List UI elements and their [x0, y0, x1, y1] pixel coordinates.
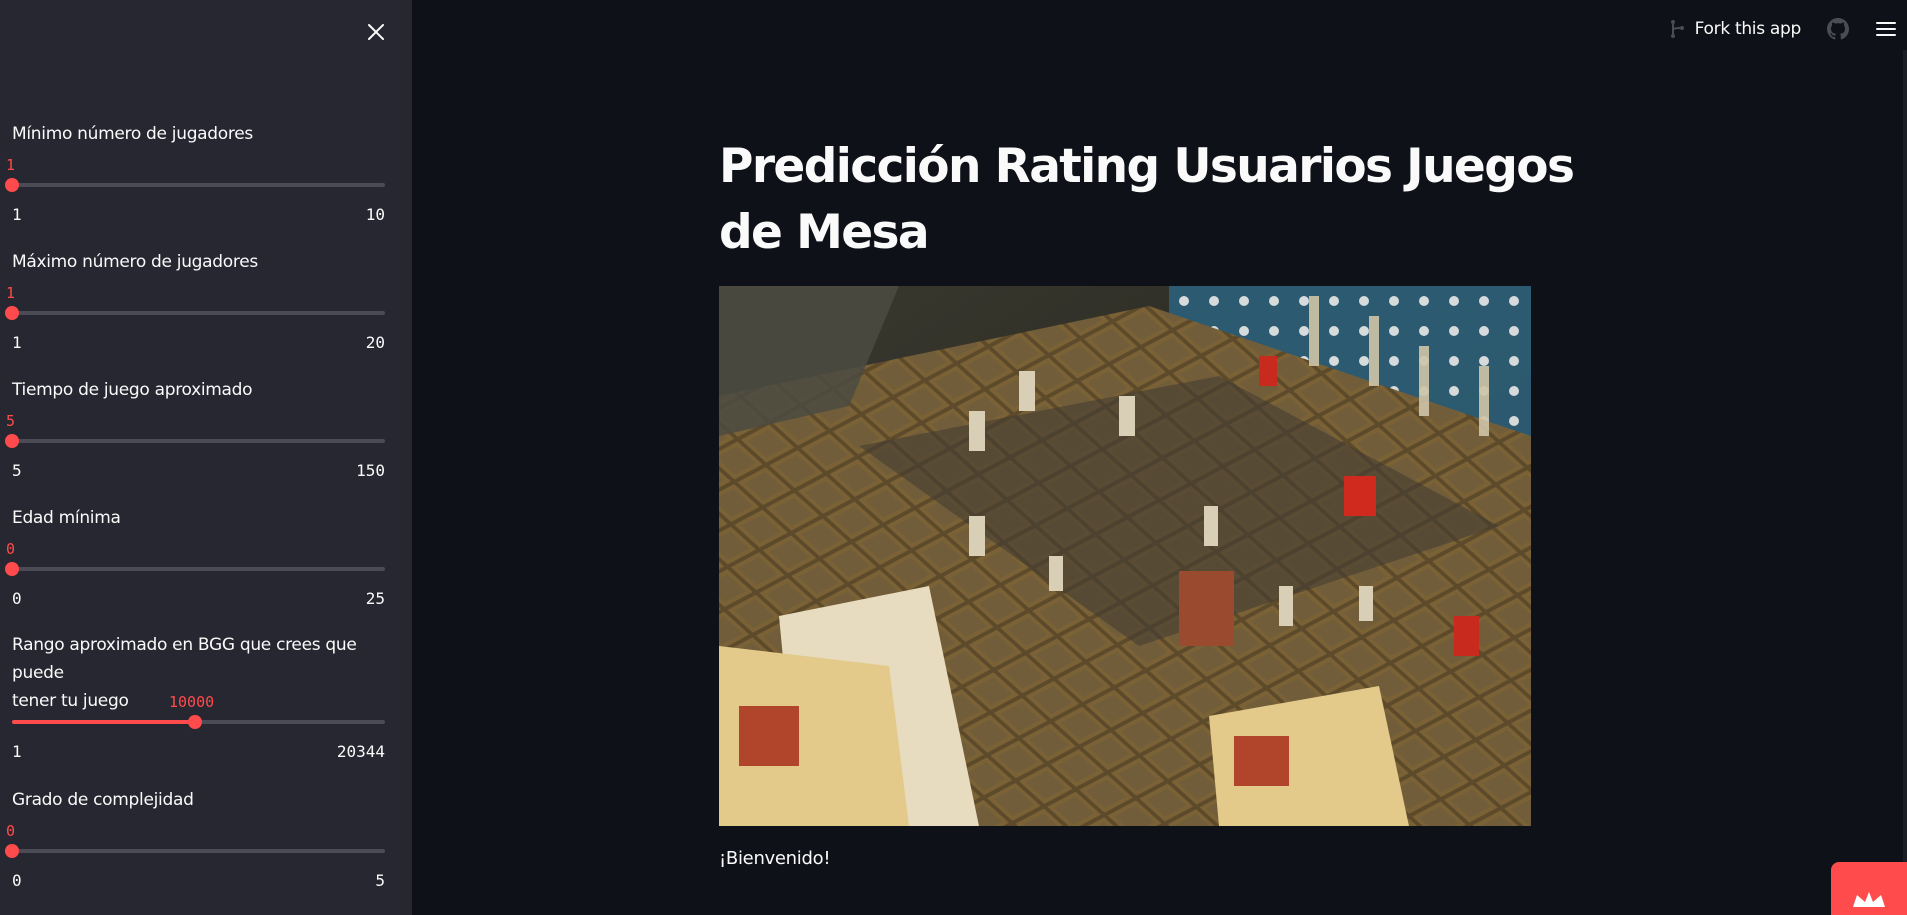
streamlit-badge[interactable]: [1831, 862, 1907, 915]
slider-min-players: Mínimo número de jugadores 1 1 10: [5, 120, 385, 230]
fork-app-label: Fork this app: [1694, 19, 1802, 39]
crown-icon: [1853, 892, 1885, 907]
slider-max-label: 5: [375, 871, 385, 890]
git-fork-icon: [1670, 20, 1684, 38]
main-menu-button[interactable]: [1875, 20, 1897, 38]
slider-current-value: 1: [6, 284, 16, 302]
hamburger-menu-icon: [1876, 22, 1896, 36]
slider-min-label: 0: [12, 589, 22, 608]
welcome-text: ¡Bienvenido!: [719, 848, 831, 869]
slider-label: Edad mínima: [12, 508, 121, 528]
scrollbar[interactable]: [1903, 50, 1907, 915]
slider-min-label: 1: [12, 742, 22, 761]
slider-label: Tiempo de juego aproximado: [12, 380, 253, 400]
slider-complexity: Grado de complejidad 0 0 5: [5, 786, 385, 896]
slider-min-label: 5: [12, 461, 22, 480]
slider-current-value: 0: [6, 822, 16, 840]
slider-thumb[interactable]: [5, 562, 19, 576]
toolbar: Fork this app: [1669, 14, 1897, 44]
slider-current-value: 0: [6, 540, 16, 558]
close-icon: [368, 24, 384, 40]
slider-max-label: 20344: [336, 742, 385, 761]
fork-app-button[interactable]: Fork this app: [1669, 19, 1801, 39]
slider-thumb[interactable]: [188, 715, 202, 729]
slider-track[interactable]: [12, 567, 385, 571]
slider-label-line1: Rango aproximado en BGG que crees que pu…: [12, 635, 357, 683]
slider-max-players: Máximo número de jugadores 1 1 20: [5, 248, 385, 358]
slider-thumb[interactable]: [5, 844, 19, 858]
slider-min-label: 0: [12, 871, 22, 890]
slider-min-age: Edad mínima 0 0 25: [5, 504, 385, 614]
slider-min-label: 1: [12, 333, 22, 352]
slider-track[interactable]: [12, 311, 385, 315]
slider-max-label: 25: [365, 589, 385, 608]
slider-label: Mínimo número de jugadores: [12, 124, 253, 144]
slider-track[interactable]: [12, 439, 385, 443]
slider-current-value: 10000: [169, 693, 215, 711]
slider-current-value: 5: [6, 412, 16, 430]
slider-max-label: 10: [365, 205, 385, 224]
slider-play-time: Tiempo de juego aproximado 5 5 150: [5, 376, 385, 486]
board-game-image: [719, 286, 1531, 826]
slider-max-label: 150: [356, 461, 385, 480]
slider-current-value: 1: [6, 156, 16, 174]
slider-max-label: 20: [365, 333, 385, 352]
slider-thumb[interactable]: [5, 178, 19, 192]
hero-image: [719, 286, 1531, 826]
slider-min-label: 1: [12, 205, 22, 224]
sidebar: Mínimo número de jugadores 1 1 10 Máximo…: [0, 0, 412, 915]
page-title: Predicción Rating Usuarios Juegos de Mes…: [719, 139, 1575, 260]
github-icon: [1827, 18, 1849, 40]
slider-thumb[interactable]: [5, 434, 19, 448]
slider-label: Máximo número de jugadores: [12, 252, 258, 272]
slider-track[interactable]: [12, 183, 385, 187]
slider-thumb[interactable]: [5, 306, 19, 320]
slider-track[interactable]: [12, 849, 385, 853]
close-sidebar-button[interactable]: [362, 18, 390, 46]
slider-bgg-rank: Rango aproximado en BGG que crees que pu…: [12, 631, 385, 771]
github-button[interactable]: [1827, 18, 1849, 40]
slider-label: Grado de complejidad: [12, 790, 194, 810]
slider-fill: [12, 720, 195, 724]
